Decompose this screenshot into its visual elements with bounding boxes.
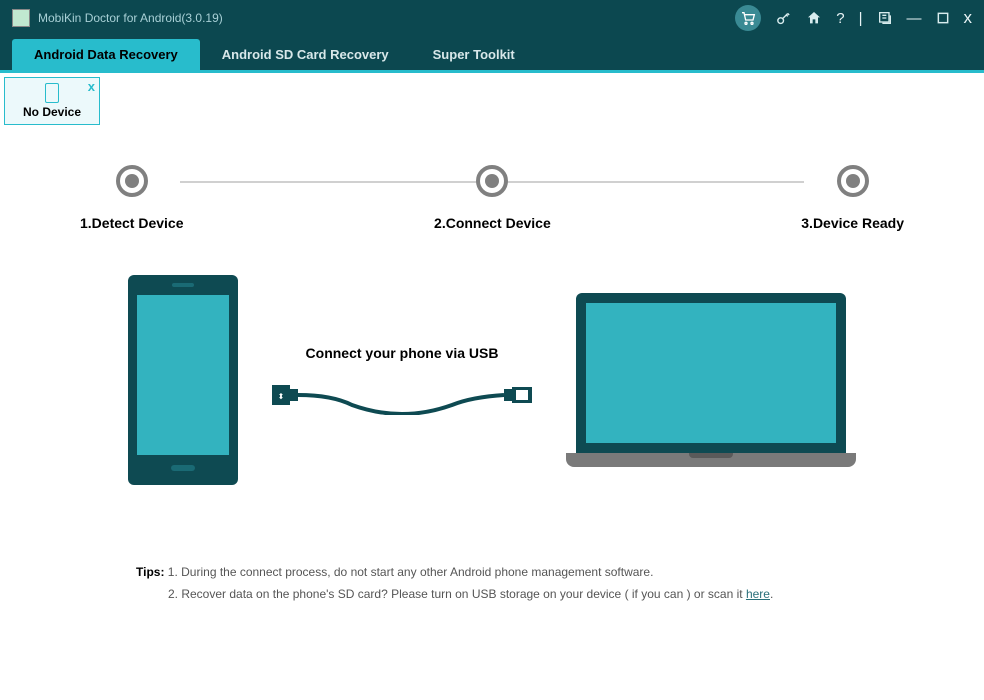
- tip-2-text: 2. Recover data on the phone's SD card? …: [168, 587, 746, 601]
- tip-2-end: .: [770, 587, 773, 601]
- step-2-label: 2.Connect Device: [434, 215, 551, 231]
- device-slot[interactable]: x No Device: [4, 77, 100, 125]
- laptop-illustration: [566, 293, 856, 467]
- tip-1-text: 1. During the connect process, do not st…: [168, 565, 654, 579]
- step-3-label: 3.Device Ready: [801, 215, 904, 231]
- cart-icon[interactable]: [735, 5, 761, 31]
- connect-area: Connect your phone via USB ⬍: [272, 345, 532, 415]
- tip-2: 2. Recover data on the phone's SD card? …: [168, 587, 984, 601]
- accent-bar: [0, 70, 984, 73]
- device-close-icon[interactable]: x: [88, 79, 95, 94]
- tips-label: Tips:: [136, 565, 164, 579]
- step-3: 3.Device Ready: [801, 165, 904, 231]
- tip-1: Tips: 1. During the connect process, do …: [136, 565, 984, 579]
- step-indicator: 1.Detect Device 2.Connect Device 3.Devic…: [80, 165, 904, 231]
- close-button[interactable]: x: [964, 8, 973, 28]
- connect-instruction: Connect your phone via USB: [306, 345, 499, 361]
- app-icon: [12, 9, 30, 27]
- home-icon[interactable]: [806, 10, 822, 26]
- tab-super-toolkit[interactable]: Super Toolkit: [411, 39, 537, 70]
- phone-illustration: [128, 275, 238, 485]
- feedback-icon[interactable]: [877, 10, 893, 26]
- step-1: 1.Detect Device: [80, 165, 184, 231]
- tab-bar: Android Data Recovery Android SD Card Re…: [0, 36, 984, 70]
- usb-cable-icon: ⬍: [272, 375, 532, 415]
- step-1-label: 1.Detect Device: [80, 215, 184, 231]
- device-slot-label: No Device: [23, 105, 81, 119]
- tab-android-data-recovery[interactable]: Android Data Recovery: [12, 39, 200, 70]
- step-2: 2.Connect Device: [434, 165, 551, 231]
- step-circle-icon: [837, 165, 869, 197]
- title-controls: ? | — x: [735, 5, 972, 31]
- tab-sd-card-recovery[interactable]: Android SD Card Recovery: [200, 39, 411, 70]
- tips-section: Tips: 1. During the connect process, do …: [136, 565, 984, 601]
- connect-illustration: Connect your phone via USB ⬍: [0, 275, 984, 485]
- key-icon[interactable]: [775, 10, 792, 27]
- phone-icon: [45, 83, 59, 103]
- divider: |: [859, 10, 863, 27]
- step-circle-icon: [476, 165, 508, 197]
- help-button[interactable]: ?: [836, 10, 844, 27]
- title-bar: MobiKin Doctor for Android(3.0.19) ? | —…: [0, 0, 984, 36]
- app-title: MobiKin Doctor for Android(3.0.19): [38, 11, 223, 25]
- scan-here-link[interactable]: here: [746, 587, 770, 601]
- svg-text:⬍: ⬍: [278, 392, 285, 401]
- maximize-button[interactable]: [936, 11, 950, 25]
- step-circle-icon: [116, 165, 148, 197]
- minimize-button[interactable]: —: [907, 10, 922, 27]
